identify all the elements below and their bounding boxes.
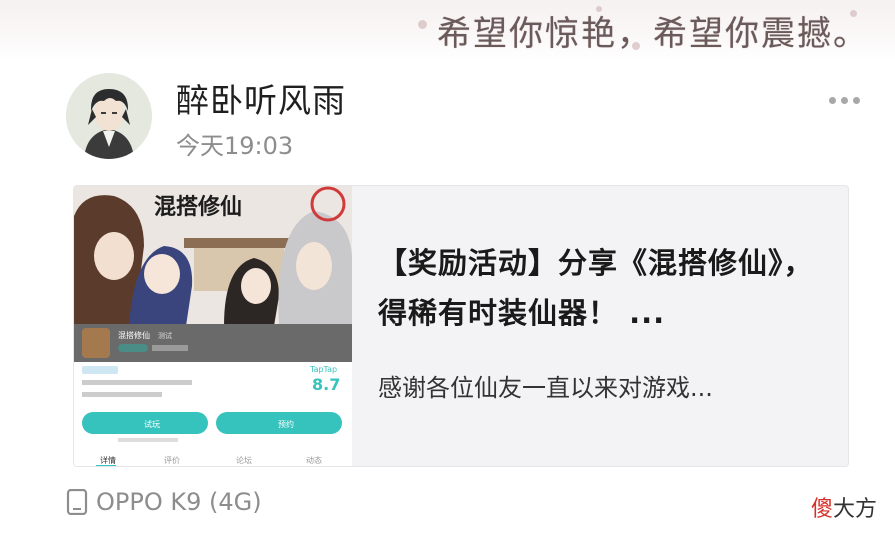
game-logo-text: 混搭修仙 (154, 194, 242, 220)
petal-decoration (418, 20, 427, 29)
app-name: 混搭修仙 (118, 330, 150, 340)
rating-label: TapTap (309, 365, 337, 374)
try-button-label: 试玩 (144, 419, 160, 429)
avatar-illustration (66, 73, 152, 159)
card-title[interactable]: 【奖励活动】分享《混搭修仙》，得稀有时装仙器！ ... (378, 238, 830, 338)
shared-link-card[interactable]: 混搭修仙 混搭修仙 测试 TapTap 8.7 试玩 预约 详情 评价 论坛 动… (73, 185, 849, 467)
watermark-red-char: 傻 (810, 497, 833, 522)
card-description: 感谢各位仙友一直以来对游戏... (378, 374, 713, 402)
device-label: OPPO K9 (4G) (96, 488, 262, 516)
dot (840, 96, 848, 104)
dot (852, 96, 860, 104)
watermark: 傻大方 (811, 491, 877, 523)
device-info: OPPO K9 (4G) (66, 488, 262, 516)
more-dots-icon[interactable] (824, 90, 864, 110)
app-tag: 测试 (158, 331, 172, 340)
dot (828, 96, 836, 104)
author-name[interactable]: 醉卧听风雨 (176, 74, 346, 122)
card-thumbnail: 混搭修仙 混搭修仙 测试 TapTap 8.7 试玩 预约 详情 评价 论坛 动… (74, 186, 352, 466)
thumb-tab: 详情 (100, 455, 116, 465)
game-page-thumbnail: 混搭修仙 混搭修仙 测试 TapTap 8.7 试玩 预约 详情 评价 论坛 动… (74, 186, 352, 466)
rating-value: 8.7 (312, 375, 340, 394)
header-banner: 希望你惊艳，希望你震撼。 (0, 0, 895, 62)
avatar[interactable] (66, 73, 152, 159)
watermark-text: 大方 (832, 497, 877, 522)
thumb-tab: 评价 (164, 456, 180, 465)
banner-slogan: 希望你惊艳，希望你震撼。 (437, 14, 869, 54)
reserve-button-label: 预约 (278, 419, 294, 429)
thumb-tab: 动态 (306, 455, 322, 465)
post-time: 今天19:03 (176, 132, 294, 160)
phone-icon (66, 489, 88, 515)
thumb-tab: 论坛 (236, 455, 252, 465)
